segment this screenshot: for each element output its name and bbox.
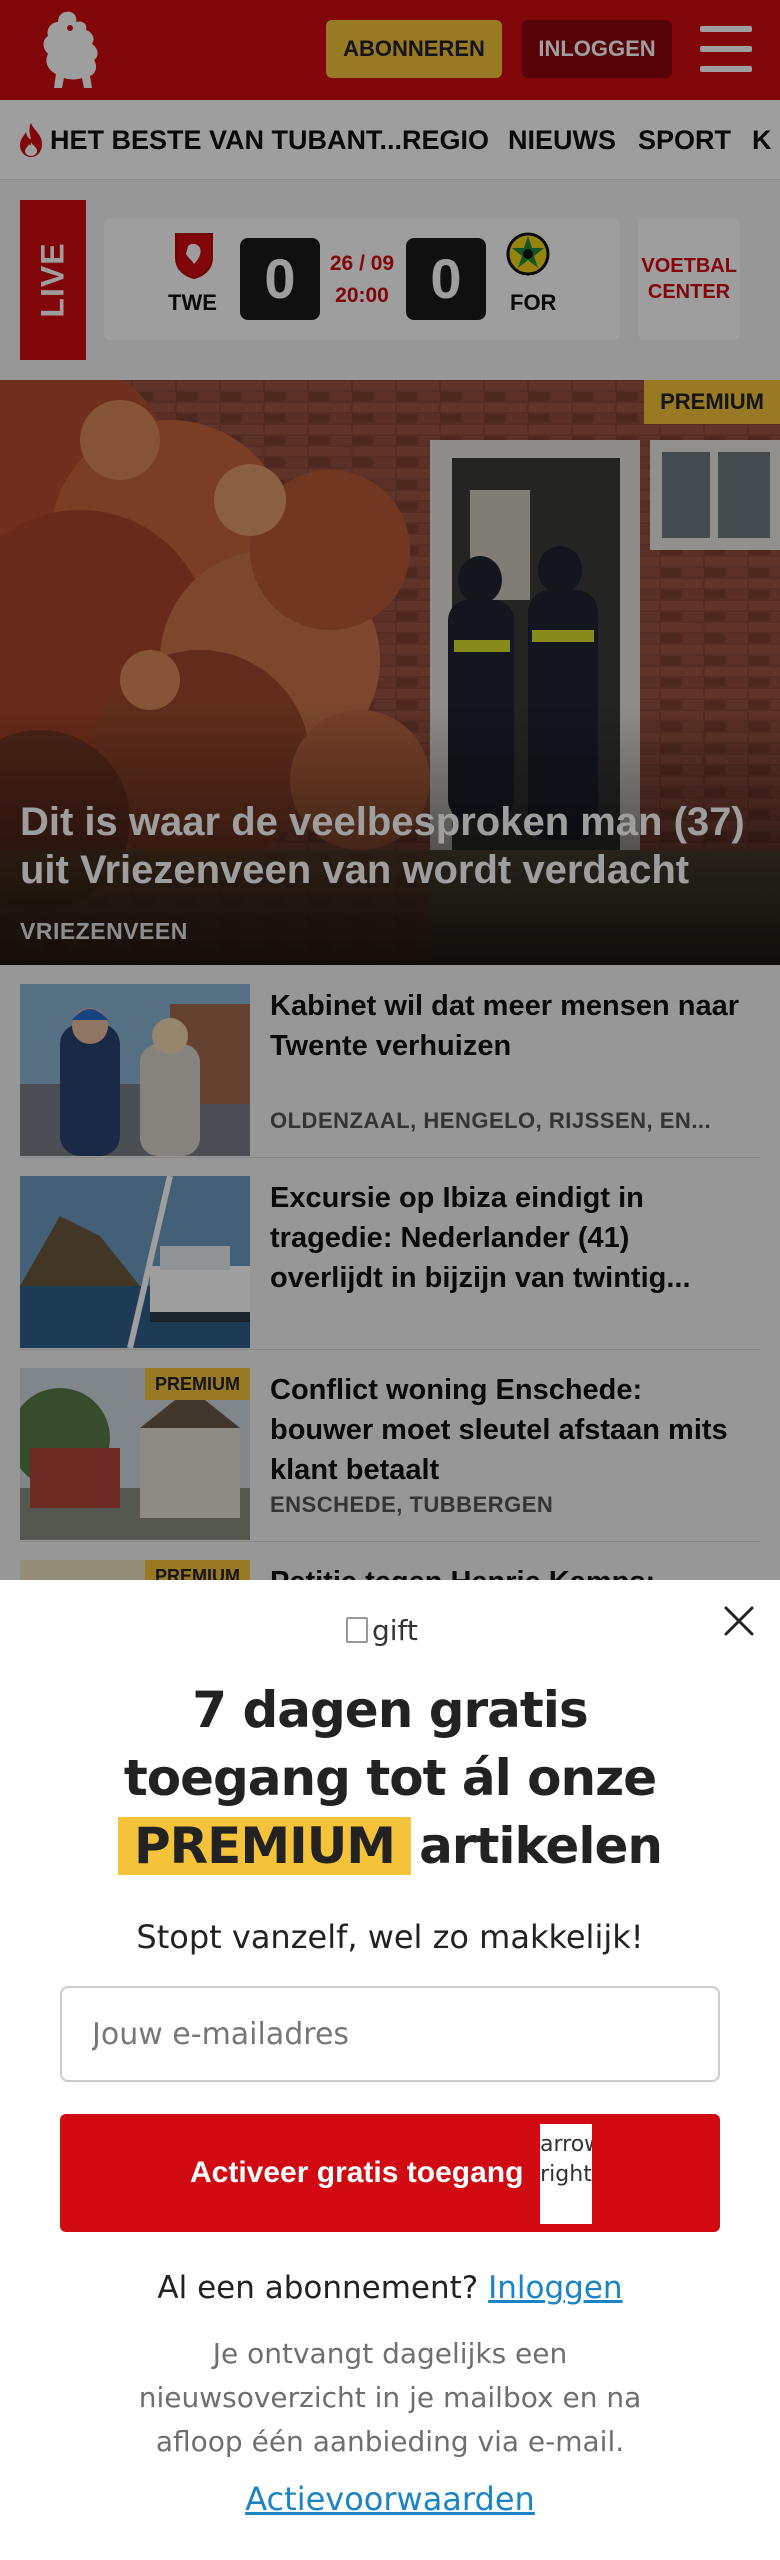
modal-subline: Stopt vanzelf, wel zo makkelijk!: [136, 1918, 644, 1956]
arrow-right-icon: arrow right: [540, 2124, 592, 2224]
terms-link[interactable]: Actievoorwaarden: [245, 2480, 535, 2518]
gift-alt-text: gift: [372, 1613, 418, 1647]
activate-trial-label: Activeer gratis toegang: [190, 2156, 524, 2189]
activate-trial-button[interactable]: Activeer gratis toegang arrow right: [60, 2114, 720, 2232]
close-icon[interactable]: [722, 1604, 756, 1638]
broken-image-icon: [346, 1617, 368, 1643]
email-field[interactable]: [60, 1986, 720, 2082]
modal-backdrop[interactable]: [0, 0, 780, 1580]
modal-headline: 7 dagen gratis toegang tot ál onze PREMI…: [0, 1676, 780, 1880]
headline-line-2: toegang tot ál onze: [123, 1749, 657, 1807]
headline-line-1: 7 dagen gratis: [192, 1681, 588, 1739]
headline-line-3: artikelen: [419, 1817, 663, 1875]
already-subscribed-text: Al een abonnement?: [157, 2270, 479, 2306]
terms-container: Actievoorwaarden: [0, 2480, 780, 2518]
modal-info-text: Je ontvangt dagelijks een nieuwsoverzich…: [138, 2337, 642, 2458]
gift-image: gift: [346, 1610, 418, 1650]
already-subscribed: Al een abonnement? Inloggen: [0, 2270, 780, 2306]
premium-highlight: PREMIUM: [118, 1817, 412, 1875]
modal-login-link[interactable]: Inloggen: [488, 2270, 622, 2306]
premium-trial-modal: gift 7 dagen gratis toegang tot ál onze …: [0, 1580, 780, 2560]
